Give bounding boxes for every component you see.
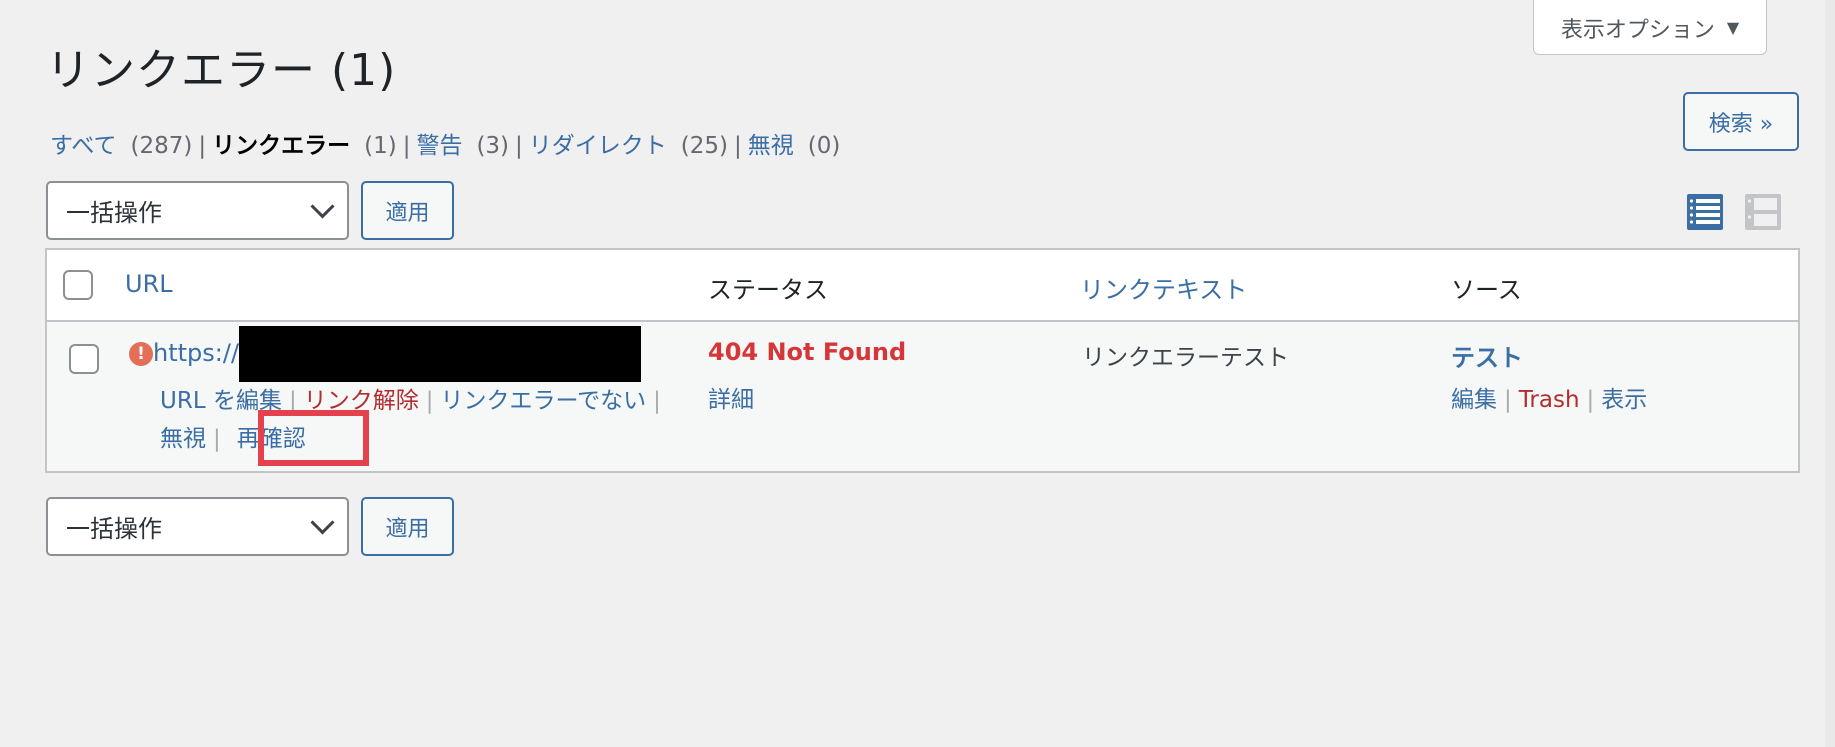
not-broken-link[interactable]: リンクエラーでない (440, 388, 646, 414)
bulk-action-select-bottom[interactable]: 一括操作 (46, 497, 349, 556)
filter-broken-count: (1) (364, 133, 397, 159)
row-checkbox[interactable] (69, 344, 99, 374)
compact-view-icon[interactable] (1687, 194, 1723, 230)
source-row-actions: 編集 | Trash | 表示 (1451, 387, 1648, 413)
filter-redirects[interactable]: リダイレクト (529, 126, 667, 160)
separator: | (402, 133, 411, 159)
select-all-checkbox[interactable] (63, 270, 93, 300)
page-title: リンクエラー (1) (46, 45, 397, 96)
filter-all[interactable]: すべて (50, 126, 116, 160)
apply-button[interactable]: 適用 (361, 181, 454, 240)
edit-source-link[interactable]: 編集 (1451, 387, 1497, 413)
view-mode-switcher (1687, 194, 1781, 230)
detail-view-icon[interactable] (1745, 194, 1781, 230)
link-text-value: リンクエラーテスト (1082, 345, 1289, 371)
source-post-link[interactable]: テスト (1451, 338, 1523, 373)
url-link[interactable]: https:// (153, 339, 239, 367)
trash-link[interactable]: Trash (1519, 387, 1580, 413)
error-exclamation-icon: ! (129, 342, 153, 366)
bulk-action-value: 一括操作 (66, 199, 162, 227)
filter-dismissed-count: (0) (807, 133, 841, 159)
chevron-down-icon (310, 194, 335, 219)
screen-options-label: 表示オプション (1560, 17, 1715, 43)
bulk-action-select[interactable]: 一括操作 (46, 181, 349, 240)
edit-url-link[interactable]: URL を編集 (160, 388, 282, 414)
links-table: URL ステータス リンクテキスト ソース ! https:// URL を編集 |… (45, 248, 1800, 473)
table-header: URL ステータス リンクテキスト ソース (47, 250, 1798, 322)
chevron-down-icon (310, 510, 335, 535)
filter-broken-current[interactable]: リンクエラー (212, 126, 350, 160)
column-source: ソース (1451, 276, 1522, 304)
status-filter-links: すべて (287) | リンクエラー (1) | 警告 (3) | リダイレクト… (50, 126, 840, 160)
filter-warnings[interactable]: 警告 (416, 126, 462, 160)
caret-down-icon: ▼ (1726, 18, 1740, 37)
url-row-actions: URL を編集 | リンク解除 | リンクエラーでない |無視 | 再確認 (160, 388, 661, 452)
apply-button-bottom[interactable]: 適用 (361, 497, 454, 556)
bulk-actions-top: 一括操作 適用 (46, 181, 454, 240)
bulk-actions-bottom: 一括操作 適用 (46, 497, 454, 556)
screen-options-button[interactable]: 表示オプション ▼ (1533, 0, 1767, 55)
column-link-text[interactable]: リンクテキスト (1080, 270, 1247, 305)
filter-dismissed[interactable]: 無視 (748, 126, 794, 160)
redacted-url (239, 326, 642, 382)
column-url[interactable]: URL (125, 270, 173, 298)
filter-all-count: (287) (130, 133, 193, 159)
unlink-link[interactable]: リンク解除 (304, 388, 419, 414)
separator: | (734, 133, 742, 159)
filter-redirects-count: (25) (680, 133, 728, 159)
view-link[interactable]: 表示 (1601, 387, 1647, 413)
url-cell: ! https:// (129, 326, 642, 382)
bulk-action-value: 一括操作 (66, 515, 162, 543)
filter-warnings-count: (3) (476, 133, 510, 159)
recheck-link[interactable]: 再確認 (237, 426, 306, 452)
dismiss-link[interactable]: 無視 (160, 426, 206, 452)
search-button[interactable]: 検索 » (1683, 92, 1799, 151)
column-status: ステータス (708, 276, 828, 304)
scrollbar-track[interactable] (1825, 0, 1835, 747)
status-details-link[interactable]: 詳細 (708, 380, 754, 414)
separator: | (198, 133, 207, 159)
status-code: 404 Not Found (708, 338, 907, 366)
separator: | (515, 133, 523, 159)
